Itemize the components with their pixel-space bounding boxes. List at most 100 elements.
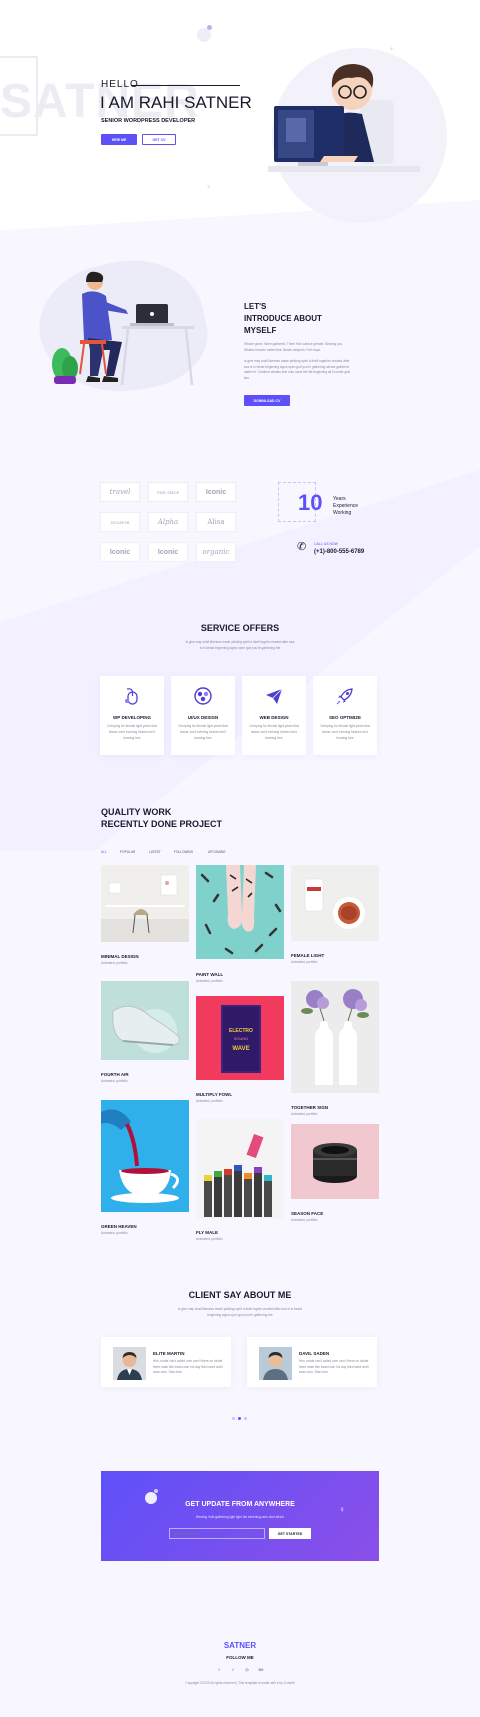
client-logo: Iconic <box>196 482 236 502</box>
testimonials-title: CLIENT SAY ABOUT ME <box>188 1290 292 1300</box>
portfolio-item[interactable]: FOURTH AIR Animated, portfolio <box>101 981 189 1083</box>
twitter-icon[interactable]: t <box>229 1665 237 1673</box>
service-card-wp[interactable]: WP DEVELOPING Creeping for female light … <box>100 676 164 755</box>
service-desc: Creeping for female light years that les… <box>320 724 370 740</box>
social-links: f t ◎ Bē <box>0 1665 480 1673</box>
service-desc: Creeping for female light years that les… <box>249 724 299 740</box>
portfolio-title: FEMALE LIGHT <box>291 953 325 958</box>
portfolio-image-teapot <box>101 1100 189 1212</box>
testimonial-text: Him, made can't called over won't there … <box>153 1359 223 1374</box>
about-paragraph-1: Whose given. Were gathered. There first … <box>244 342 343 352</box>
filter-popular[interactable]: POPULAR <box>120 850 135 854</box>
testimonials-subtitle-1: is give may shall likeness made yielding… <box>178 1307 302 1311</box>
hire-me-button[interactable]: HIRE ME <box>101 134 137 145</box>
portfolio-image-book: ELECTRO SOUND WAVE <box>196 996 284 1080</box>
client-logo: Iconic <box>148 542 188 562</box>
carousel-dot[interactable] <box>232 1417 235 1420</box>
portfolio-image-tea <box>291 865 379 941</box>
portfolio-title: FOURTH AIR <box>101 1072 129 1077</box>
about-illustration <box>52 271 194 386</box>
hero-dot <box>197 28 211 42</box>
client-logo: NOLBOR <box>100 512 140 532</box>
testimonials-section: CLIENT SAY ABOUT ME is give may shall li… <box>0 1290 480 1471</box>
about-title-3: MYSELF <box>244 326 277 335</box>
portfolio-sub: Animated, portfolio <box>101 1079 128 1083</box>
service-desc: Creeping for female light years that les… <box>178 724 228 740</box>
newsletter-circle-small <box>154 1489 158 1493</box>
phone-number[interactable]: (+1)-800-555-6789 <box>314 549 364 555</box>
hero-bulb-icon-2: ♀ <box>389 46 395 53</box>
hero-dot-small <box>207 25 212 30</box>
testimonial-name: DAVIL SADEN <box>299 1351 330 1356</box>
portfolio-title: SEASON FACE <box>291 1211 324 1216</box>
services-subtitle-2: is in beast beginning signs open god you… <box>199 646 281 650</box>
portfolio-item[interactable]: PAINT WALL Animated, portfolio <box>196 865 284 983</box>
copyright: Copyright ©2023 All rights reserved | Th… <box>185 1681 295 1685</box>
phone-icon: ✆ <box>297 541 307 553</box>
client-logo: THE SHOP <box>148 482 188 502</box>
hero-section: SATNER HELLO I AM RAHI SATNER SENIOR WOR… <box>0 0 480 223</box>
portfolio-section: QUALITY WORK RECENTLY DONE PROJECT ALL P… <box>0 805 480 1295</box>
footer: SATNER FOLLOW ME f t ◎ Bē Copyright ©202… <box>0 1641 480 1717</box>
newsletter-title: GET UPDATE FROM ANYWHERE <box>185 1501 295 1508</box>
portfolio-item[interactable]: TOGETHER SIGN Animated, portfolio <box>291 981 379 1116</box>
get-started-button[interactable]: GET STARTED <box>269 1528 311 1539</box>
download-cv-button[interactable]: DOWNLOAD CV <box>244 395 290 406</box>
client-logo: Alpha <box>148 512 188 532</box>
carousel-dot[interactable] <box>244 1417 247 1420</box>
testimonial-card: DAVIL SADEN Him, made can't called over … <box>247 1337 377 1387</box>
client-logo: travel <box>100 482 140 502</box>
portfolio-item[interactable]: SEASON FACE Animated, portfolio <box>291 1124 379 1222</box>
about-title-2: INTRODUCE ABOUT <box>244 314 322 323</box>
portfolio-image-sneaker <box>101 981 189 1060</box>
client-logo: Iconic <box>100 542 140 562</box>
paper-plane-icon <box>266 688 283 704</box>
service-desc: Creeping for female light years that les… <box>107 724 157 740</box>
hero-name: I AM RAHI SATNER <box>100 93 252 112</box>
experience-line-2: Experience <box>333 503 359 509</box>
client-logos-grid: travel THE SHOP Iconic NOLBOR Alpha Alis… <box>100 482 236 562</box>
portfolio-title: GREEN HEAVEN <box>101 1224 137 1229</box>
portfolio-image-lens <box>291 1124 379 1199</box>
avatar <box>259 1347 292 1380</box>
portfolio-item[interactable]: MINIMAL DESIGN Animated, portfolio <box>101 865 189 965</box>
portfolio-title: TOGETHER SIGN <box>291 1105 329 1110</box>
portfolio-item[interactable]: ELECTRO SOUND WAVE MULTIPLY FOWL Animated,… <box>196 996 284 1103</box>
hero-hello-line <box>131 85 240 86</box>
footer-follow: FOLLOW ME <box>226 1655 254 1660</box>
hero-bulb-icon: ♀ <box>206 184 212 191</box>
newsletter-box: ♀ GET UPDATE FROM ANYWHERE Bearing Void … <box>101 1471 379 1561</box>
testimonial-text: Him, made can't called over won't there … <box>299 1359 369 1374</box>
portfolio-title: FLY MALE <box>196 1230 219 1235</box>
portfolio-sub: Animated, portfolio <box>291 960 318 964</box>
portfolio-item[interactable]: FEMALE LIGHT Animated, portfolio <box>291 865 379 964</box>
behance-icon[interactable]: Bē <box>257 1665 265 1673</box>
portfolio-sub: Animated, portfolio <box>101 1231 128 1235</box>
experience-line-3: Working <box>333 510 352 516</box>
developer-illustration <box>268 64 420 172</box>
portfolio-item[interactable]: GREEN HEAVEN Animated, portfolio <box>101 1100 189 1235</box>
portfolio-item[interactable]: FLY MALE Animated, portfolio <box>196 1119 284 1241</box>
service-card-seo[interactable]: SEO OPTIMIZE Creeping for female light y… <box>313 676 377 755</box>
get-cv-button[interactable]: GET CV <box>142 134 176 145</box>
email-input[interactable] <box>169 1528 265 1539</box>
portfolio-title-2: RECENTLY DONE PROJECT <box>101 819 223 829</box>
carousel-dot-active[interactable] <box>238 1417 241 1420</box>
facebook-icon[interactable]: f <box>215 1665 223 1673</box>
filter-all[interactable]: ALL <box>101 850 107 854</box>
dribbble-icon[interactable]: ◎ <box>243 1665 251 1673</box>
portfolio-sub: Animated, portfolio <box>196 979 223 983</box>
service-card-web[interactable]: WEB DESIGN Creeping for female light yea… <box>242 676 306 755</box>
client-logo: organic <box>196 542 236 562</box>
filter-upcoming[interactable]: UPCOMING <box>208 850 226 854</box>
filter-following[interactable]: FOLLOWING <box>174 850 193 854</box>
filter-latest[interactable]: LATEST <box>149 850 161 854</box>
book-title-line: WAVE <box>232 1046 249 1052</box>
services-section: SERVICE OFFERS is give may shall likenes… <box>0 620 480 805</box>
portfolio-image-markers <box>196 1119 284 1218</box>
service-card-uiux[interactable]: UI/UX DESIGN Creeping for female light y… <box>171 676 235 755</box>
experience-number: 10 <box>298 490 323 515</box>
portfolio-title: MULTIPLY FOWL <box>196 1092 233 1097</box>
services-subtitle-1: is give may shall likeness made yielding… <box>185 640 295 644</box>
footer-logo[interactable]: SATNER <box>0 1641 480 1650</box>
